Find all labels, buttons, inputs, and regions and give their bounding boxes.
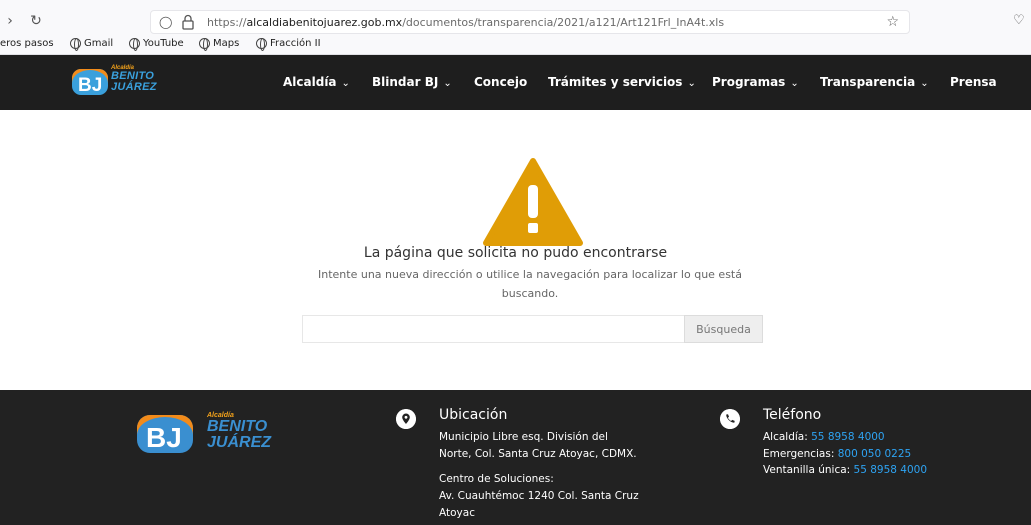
- logo-line2: JUÁREZ: [207, 434, 272, 452]
- address-bar[interactable]: ◯ https://alcaldiabenitojuarez.gob.mx/do…: [150, 10, 910, 34]
- location-line: Municipio Libre esq. División del: [439, 431, 608, 443]
- bj-logo-badge: BJ: [72, 68, 109, 96]
- bj-logo-badge: BJ: [137, 415, 193, 453]
- navigation-row: › ↻ ◯ https://alcaldiabenitojuarez.gob.m…: [0, 9, 1031, 35]
- bookmark-label: Fracción II: [270, 38, 321, 49]
- search-input[interactable]: [302, 315, 684, 343]
- reload-icon[interactable]: ↻: [26, 11, 46, 31]
- site-footer: BJ Alcaldía BENITO JUÁREZ Ubicación Muni…: [0, 390, 1031, 525]
- globe-icon: [70, 38, 81, 51]
- location-title: Ubicación: [439, 407, 508, 423]
- bookmarks-bar: eros pasos Gmail YouTube Maps Fracción I…: [0, 36, 1031, 54]
- bookmark-item[interactable]: eros pasos: [0, 38, 54, 49]
- chevron-down-icon: ⌄: [443, 78, 452, 89]
- bookmark-item[interactable]: YouTube: [129, 38, 184, 51]
- tracking-shield-icon[interactable]: ◯: [159, 15, 172, 29]
- bookmark-item[interactable]: Maps: [199, 38, 240, 51]
- site-logo[interactable]: BJ Alcaldía BENITO JUÁREZ: [72, 65, 172, 99]
- menu-alcaldia[interactable]: Alcaldía ⌄: [283, 75, 350, 89]
- phone-number-link[interactable]: 800 050 0225: [838, 448, 911, 460]
- location-line: Atoyac: [439, 507, 475, 519]
- search-button[interactable]: Búsqueda: [684, 315, 763, 343]
- bookmark-star-icon[interactable]: ☆: [886, 14, 899, 30]
- phone-row: Alcaldía: 55 8958 4000: [763, 429, 885, 446]
- menu-blindar-bj[interactable]: Blindar BJ ⌄: [372, 75, 452, 89]
- url-text[interactable]: https://alcaldiabenitojuarez.gob.mx/docu…: [207, 16, 724, 29]
- phone-icon: [720, 409, 740, 429]
- phone-label: Ventanilla única:: [763, 464, 851, 476]
- svg-text:BJ: BJ: [146, 422, 182, 453]
- browser-toolbar: › ↻ ◯ https://alcaldiabenitojuarez.gob.m…: [0, 0, 1031, 55]
- error-headline: La página que solicita no pudo encontrar…: [363, 245, 668, 261]
- phone-number-link[interactable]: 55 8958 4000: [854, 464, 927, 476]
- bookmark-label: Maps: [213, 38, 240, 49]
- warning-icon: [483, 158, 583, 246]
- bookmark-label: Gmail: [84, 38, 114, 49]
- phone-label: Alcaldía:: [763, 431, 808, 443]
- svg-text:BJ: BJ: [78, 75, 102, 96]
- lock-icon[interactable]: [181, 14, 195, 30]
- forward-icon[interactable]: ›: [0, 11, 20, 31]
- location-line: Av. Cuauhtémoc 1240 Col. Santa Cruz: [439, 490, 639, 502]
- menu-programas[interactable]: Programas ⌄: [712, 75, 799, 89]
- bookmark-item[interactable]: Fracción II: [256, 38, 321, 51]
- phone-row: Ventanilla única: 55 8958 4000: [763, 462, 927, 479]
- globe-icon: [256, 38, 267, 51]
- site-header: BJ Alcaldía BENITO JUÁREZ Alcaldía ⌄ Blin…: [0, 55, 1031, 110]
- bookmark-item[interactable]: Gmail: [70, 38, 114, 51]
- globe-icon: [199, 38, 210, 51]
- bookmark-label: YouTube: [143, 38, 184, 49]
- pocket-icon[interactable]: ♡: [1013, 13, 1025, 28]
- phone-label: Emergencias:: [763, 448, 835, 460]
- chevron-down-icon: ⌄: [687, 78, 696, 89]
- menu-concejo[interactable]: Concejo: [474, 75, 527, 89]
- phone-row: Emergencias: 800 050 0225: [763, 446, 911, 463]
- location-pin-icon: [396, 409, 416, 429]
- error-subline: Intente una nueva dirección o utilice la…: [318, 268, 742, 300]
- chevron-down-icon: ⌄: [920, 78, 929, 89]
- globe-icon: [129, 38, 140, 51]
- menu-tramites[interactable]: Trámites y servicios ⌄: [548, 75, 696, 89]
- menu-transparencia[interactable]: Transparencia ⌄: [820, 75, 929, 89]
- footer-logo[interactable]: BJ Alcaldía BENITO JUÁREZ: [137, 410, 282, 458]
- location-line: Centro de Soluciones:: [439, 473, 554, 485]
- error-content: La página que solicita no pudo encontrar…: [0, 110, 1031, 390]
- footer-logo-wordmark: Alcaldía BENITO JUÁREZ: [207, 412, 271, 452]
- phone-title: Teléfono: [763, 407, 822, 423]
- location-line: Norte, Col. Santa Cruz Atoyac, CDMX.: [439, 448, 637, 460]
- chevron-down-icon: ⌄: [341, 78, 350, 89]
- logo-line1: BENITO: [207, 418, 268, 436]
- bookmark-label: eros pasos: [0, 38, 54, 49]
- menu-prensa[interactable]: Prensa: [950, 75, 997, 89]
- phone-number-link[interactable]: 55 8958 4000: [811, 431, 884, 443]
- chevron-down-icon: ⌄: [790, 78, 799, 89]
- logo-wordmark: Alcaldía BENITO JUÁREZ: [111, 65, 157, 93]
- logo-line2: JUÁREZ: [111, 81, 157, 93]
